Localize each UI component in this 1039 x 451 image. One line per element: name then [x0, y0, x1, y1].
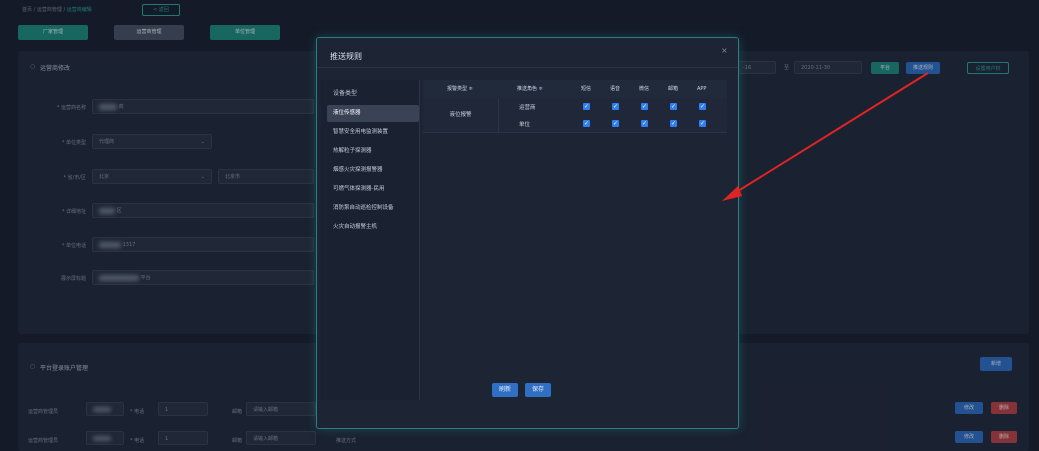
- annotation-arrow-icon: [722, 72, 929, 201]
